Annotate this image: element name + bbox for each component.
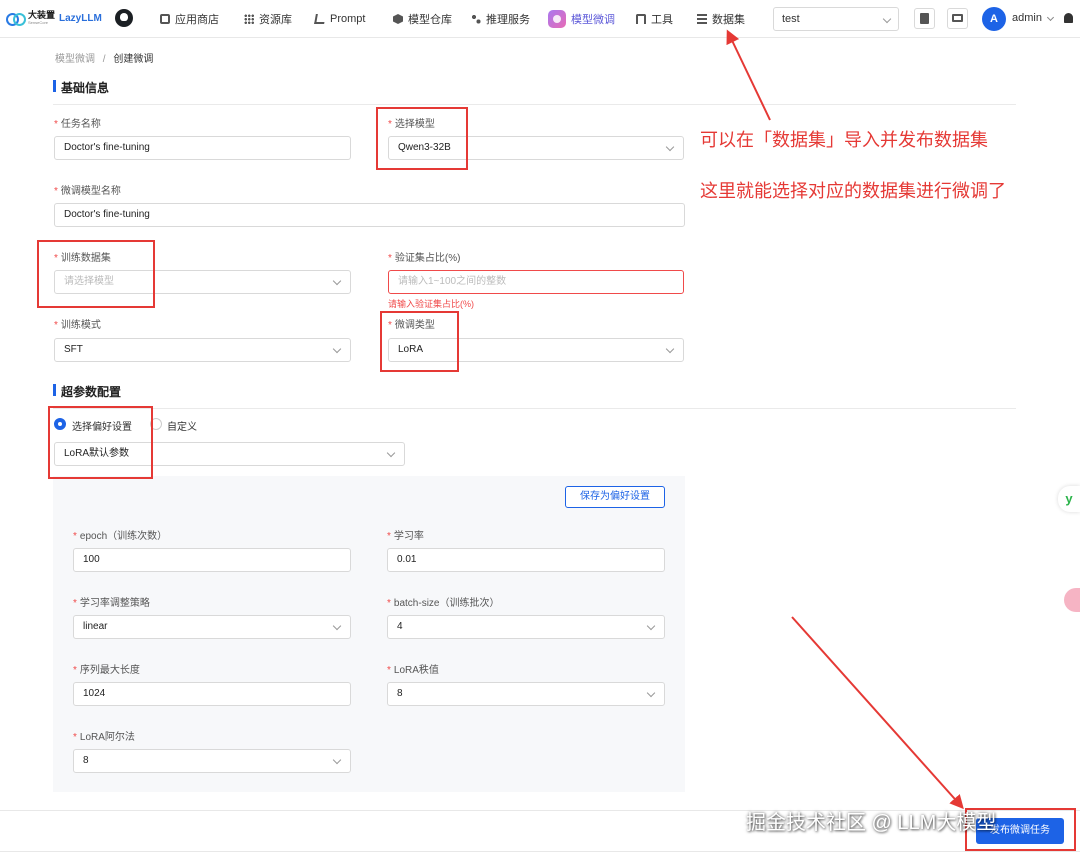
arrow-to-datasets bbox=[726, 29, 771, 121]
arrow-to-submit bbox=[791, 616, 964, 810]
annotation-line-1: 可以在「数据集」导入并发布数据集 bbox=[700, 130, 988, 151]
annotation-line-2: 这里就能选择对应的数据集进行微调了 bbox=[700, 181, 1006, 202]
watermark: 掘金技术社区 @ LLM大模型 bbox=[746, 812, 997, 834]
